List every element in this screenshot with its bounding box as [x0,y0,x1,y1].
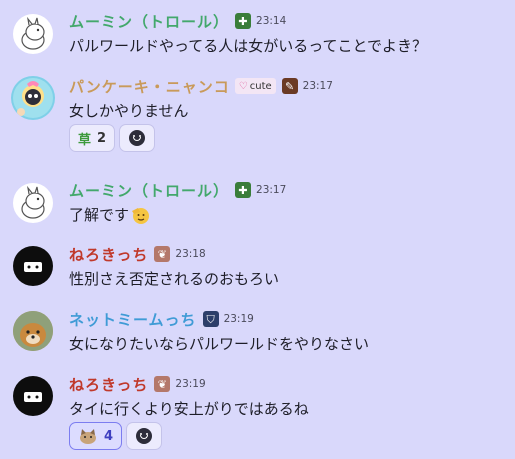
smile-icon [129,130,146,146]
author-name[interactable]: ねろきっち [69,374,148,395]
green-plus-role-icon: ✚ [235,13,252,29]
message-text: 了解です [69,204,150,225]
reaction-cat[interactable]: 4 [69,422,123,450]
message-text: 性別さえ否定されるのおもろい [69,270,280,288]
avatar[interactable] [13,311,53,351]
cat-emoji [80,429,96,444]
message-text: 女になりたいならパルワールドをやりなさい [69,335,370,353]
brown-item-role-icon: ✎ [281,78,298,94]
heart-icon: ♡ [238,80,248,92]
author-name[interactable]: ネットミームっち [69,309,197,330]
shield-role-icon: ⛉ [202,311,219,327]
author-name[interactable]: ねろきっち [69,244,148,265]
reactions: 4 [69,422,163,450]
timestamp: 23:18 [175,248,206,260]
timestamp: 23:19 [175,378,206,390]
author-name[interactable]: パンケーキ・ニャンコ [69,76,230,97]
kusa-emoji: 草 [78,132,92,148]
timestamp: 23:14 [256,15,287,27]
pink-role-icon: ❦ [154,246,171,262]
timestamp: 23:19 [223,313,254,325]
reaction-kusa[interactable]: 草 2 [69,124,116,152]
message-text: パルワールドやってる人は女がいるってことでよき？ [69,37,428,55]
avatar[interactable] [11,76,55,120]
message-text: タイに行くより安上がりではあるね [69,400,309,418]
saluting-face-emoji [132,207,150,224]
timestamp: 23:17 [256,184,287,196]
smile-icon [136,428,153,444]
avatar[interactable] [13,14,53,54]
author-name[interactable]: ムーミン（トロール） [69,11,229,32]
add-reaction-button[interactable] [126,422,163,450]
cute-badge: ♡ cute [234,78,276,94]
reaction-count: 2 [97,130,107,146]
timestamp: 23:17 [302,80,333,92]
pink-role-icon: ❦ [154,376,171,392]
avatar[interactable] [13,183,53,223]
avatar[interactable] [13,246,53,286]
add-reaction-button[interactable] [119,124,156,152]
avatar[interactable] [13,376,53,416]
message-text: 女しかやりません [69,102,189,120]
author-name[interactable]: ムーミン（トロール） [69,180,229,201]
green-plus-role-icon: ✚ [235,182,252,198]
reactions: 草 2 [69,124,156,152]
reaction-count: 4 [104,428,114,444]
